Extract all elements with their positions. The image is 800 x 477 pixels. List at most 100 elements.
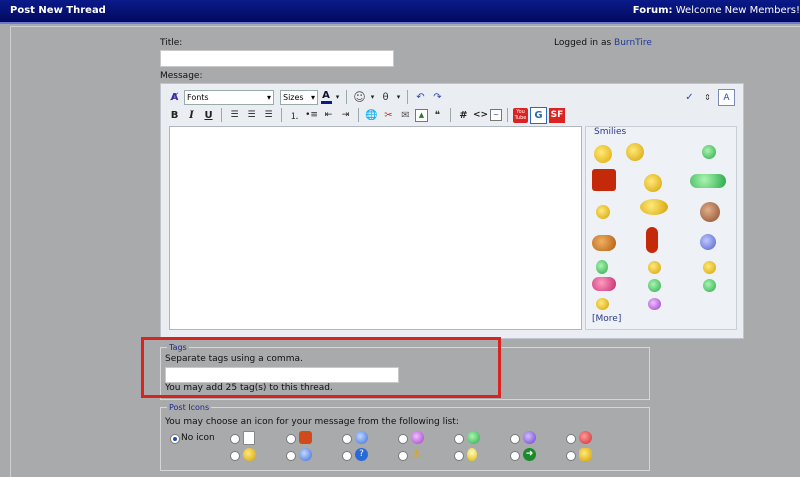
toolbar-row-1: A̸ Fonts ▾ Sizes ▾ A ▾ ☺ ▾ θ ▾ ↶ ↷ <box>167 89 445 105</box>
quote-icon[interactable]: ❝ <box>430 108 445 123</box>
icon-radio[interactable] <box>286 451 296 461</box>
green-teeth-icon[interactable] <box>703 279 716 292</box>
redo-icon[interactable]: ↷ <box>430 90 445 105</box>
dancing-icon[interactable] <box>646 227 658 253</box>
forum-name[interactable]: Welcome New Members! <box>676 5 800 16</box>
icon-radio[interactable] <box>510 434 520 444</box>
tongue-smiley-icon[interactable] <box>626 143 644 161</box>
outdent-icon[interactable]: ⇤ <box>321 108 336 123</box>
question-icon: ? <box>355 448 368 461</box>
more-smilies-link[interactable]: [More] <box>592 314 621 324</box>
resize-icon[interactable]: ⇕ <box>700 90 715 105</box>
big-mouth-icon[interactable] <box>592 169 616 191</box>
align-center-icon[interactable]: ☰ <box>244 108 259 123</box>
arrow-right-icon: ➜ <box>523 448 536 461</box>
icon-radio[interactable] <box>454 451 464 461</box>
green-group-icon[interactable] <box>690 174 726 188</box>
green-smile-icon[interactable] <box>648 279 661 292</box>
post-icons-prompt: You may choose an icon for your message … <box>165 417 459 427</box>
youtube-button[interactable]: You Tube <box>513 107 528 123</box>
message-label: Message: <box>160 71 203 81</box>
message-textarea[interactable] <box>169 126 582 330</box>
smile-face-icon <box>243 448 256 461</box>
hash-button[interactable]: # <box>456 108 471 123</box>
toolbar-divider <box>407 90 408 104</box>
insert-image-icon[interactable]: ▲ <box>415 108 428 122</box>
alien-icon[interactable] <box>596 260 608 274</box>
icon-radio[interactable] <box>286 434 296 444</box>
icon-radio[interactable] <box>230 451 240 461</box>
icon-radio[interactable] <box>398 451 408 461</box>
toolbar-divider <box>346 90 347 104</box>
google-button[interactable]: G <box>530 106 547 124</box>
align-left-icon[interactable]: ☰ <box>227 108 242 123</box>
ordered-list-icon[interactable]: ⒈ <box>287 108 302 123</box>
monkey-icon[interactable] <box>700 202 720 222</box>
logged-in-prefix: Logged in as <box>554 38 612 48</box>
toolbar-row-2: B I U ☰ ☰ ☰ ⒈ •≡ ⇤ ⇥ 🌐 ✂ ✉ ▲ ❝ # <> ~ Yo… <box>167 106 565 124</box>
toolbar-divider <box>358 108 359 122</box>
italic-button[interactable]: I <box>184 108 199 123</box>
remove-format-icon[interactable]: A̸ <box>167 90 182 105</box>
icon-radio[interactable] <box>566 451 576 461</box>
size-select[interactable]: Sizes ▾ <box>280 89 318 105</box>
icon-radio[interactable] <box>342 434 352 444</box>
document-icon <box>243 431 255 445</box>
thumbs-up-icon[interactable] <box>592 277 616 291</box>
unordered-list-icon[interactable]: •≡ <box>304 108 319 123</box>
toolbar-divider <box>221 108 222 122</box>
align-right-icon[interactable]: ☰ <box>261 108 276 123</box>
chevron-down-icon[interactable]: ▾ <box>369 90 376 105</box>
green-grin-icon[interactable] <box>702 145 716 159</box>
font-select[interactable]: Fonts ▾ <box>184 89 274 105</box>
underline-button[interactable]: U <box>201 108 216 123</box>
angry-face-icon <box>579 431 592 444</box>
shocked-smiley-icon[interactable] <box>594 145 612 163</box>
text-color-icon[interactable]: A <box>320 90 332 105</box>
username-link[interactable]: BurnTire <box>614 38 652 48</box>
title-input[interactable] <box>160 50 394 67</box>
no-icon-radio[interactable] <box>170 434 180 444</box>
chevron-down-icon[interactable]: ▾ <box>395 90 402 105</box>
switch-editor-icon[interactable]: A <box>718 89 735 106</box>
title-bar: Post New Thread Forum: Welcome New Membe… <box>0 0 800 24</box>
icon-radio[interactable] <box>342 451 352 461</box>
font-select-value: Fonts <box>187 92 209 102</box>
indent-icon[interactable]: ⇥ <box>338 108 353 123</box>
cool-icon[interactable] <box>596 298 609 310</box>
chevron-down-icon[interactable]: ▾ <box>334 90 341 105</box>
icon-radio[interactable] <box>230 434 240 444</box>
smiley-menu-icon[interactable]: ☺ <box>352 90 367 105</box>
toolbar-right: ✓ ⇕ A <box>682 89 735 106</box>
message-editor: A̸ Fonts ▾ Sizes ▾ A ▾ ☺ ▾ θ ▾ ↶ ↷ ✓ ⇕ A B… <box>160 83 744 339</box>
icon-radio[interactable] <box>566 434 576 444</box>
purple-smiley-icon[interactable] <box>648 298 661 310</box>
html-icon[interactable]: ~ <box>490 109 502 121</box>
chevron-down-icon: ▾ <box>310 92 315 102</box>
insert-email-icon[interactable]: ✉ <box>398 108 413 123</box>
bold-button[interactable]: B <box>167 108 182 123</box>
smile-icon[interactable] <box>596 205 610 219</box>
insert-link-icon[interactable]: 🌐 <box>364 108 379 123</box>
spellcheck-icon[interactable]: ✓ <box>682 90 697 105</box>
happy-icon[interactable] <box>703 261 716 274</box>
forum-breadcrumb[interactable]: Forum: Welcome New Members! <box>633 5 800 16</box>
blue-face-icon <box>355 431 368 444</box>
blue-smiley-icon[interactable] <box>700 234 716 250</box>
highlight-box <box>141 337 501 398</box>
icon-radio[interactable] <box>510 451 520 461</box>
icon-radio[interactable] <box>398 434 408 444</box>
cheer-smiley-icon[interactable] <box>592 235 616 251</box>
remove-link-icon[interactable]: ✂ <box>381 108 396 123</box>
sunglasses-smiley-icon[interactable] <box>640 199 668 215</box>
icon-radio[interactable] <box>454 434 464 444</box>
lightbulb-icon <box>467 448 477 461</box>
sf-button[interactable]: SF <box>549 107 565 123</box>
undo-icon[interactable]: ↶ <box>413 90 428 105</box>
wink-smiley-icon[interactable] <box>644 174 662 192</box>
toolbar-divider <box>450 108 451 122</box>
grin-icon[interactable] <box>648 261 661 274</box>
forum-label: Forum: <box>632 5 673 16</box>
special-char-icon[interactable]: θ <box>378 90 393 105</box>
code-button[interactable]: <> <box>473 108 488 123</box>
